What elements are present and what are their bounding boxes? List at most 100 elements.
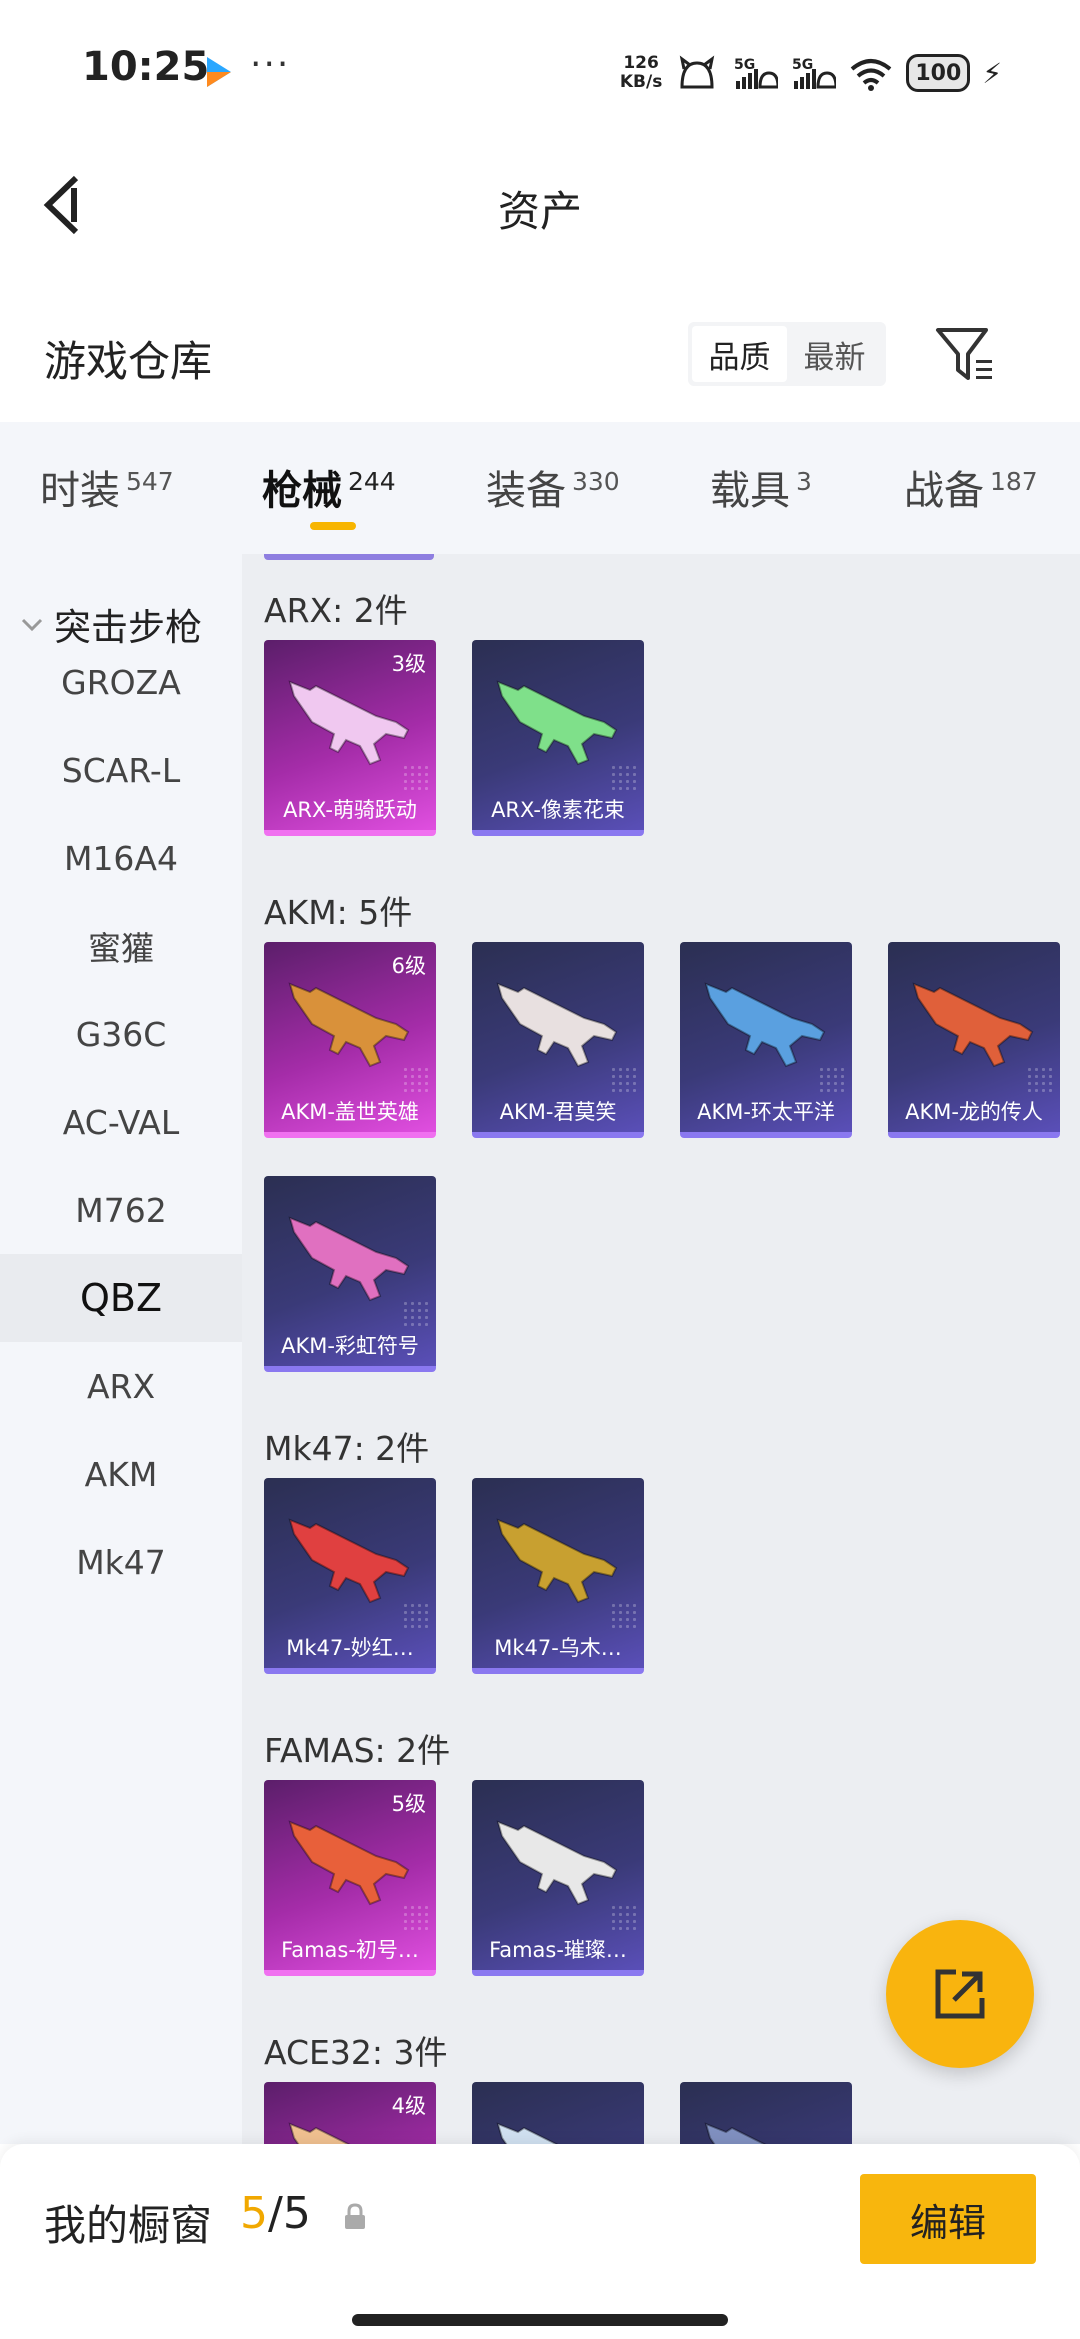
page-title: 资产 — [497, 187, 582, 236]
card-pattern — [402, 1904, 428, 1930]
home-indicator — [352, 2314, 728, 2326]
card-pattern — [402, 1300, 428, 1326]
sidebar-item[interactable]: GROZA — [0, 638, 242, 726]
sidebar-item[interactable]: QBZ — [0, 1254, 242, 1342]
weapon-level-badge: 5级 — [391, 1792, 426, 1816]
weapon-image — [288, 1518, 410, 1604]
weapon-image — [912, 982, 1034, 1068]
weapon-image — [496, 680, 618, 766]
card-pattern — [402, 1602, 428, 1628]
weapon-name: AKM-环太平洋 — [697, 1100, 835, 1124]
chevron-down-icon — [21, 618, 43, 632]
sidebar-item[interactable]: SCAR-L — [0, 726, 242, 814]
active-tab-indicator — [310, 522, 356, 530]
sidebar-item[interactable]: M16A4 — [0, 814, 242, 902]
weapon-card[interactable]: AKM-君莫笑 — [472, 942, 644, 1138]
weapon-card[interactable] — [680, 2082, 852, 2144]
showcase-bar: 我的橱窗 5/5 编辑 — [0, 2144, 1080, 2339]
weapon-card[interactable]: 6级 AKM-盖世英雄 — [264, 942, 436, 1138]
sidebar-item[interactable]: G36C — [0, 990, 242, 1078]
weapon-card[interactable]: Mk47-妙红… — [264, 1478, 436, 1674]
weapon-image — [496, 1820, 618, 1906]
showcase-title: 我的橱窗 — [44, 2201, 213, 2250]
weapon-group-label: ARX: 2件 — [264, 591, 408, 630]
tab-gear[interactable]: 战备 187 — [904, 458, 1038, 516]
weapon-group-label: Mk47: 2件 — [264, 1429, 430, 1468]
card-pattern — [610, 1602, 636, 1628]
sidebar-item[interactable]: Mk47 — [0, 1518, 242, 1606]
warehouse-title: 游戏仓库 — [44, 337, 213, 386]
share-button[interactable] — [886, 1920, 1034, 2068]
weapon-name: AKM-盖世英雄 — [281, 1100, 419, 1124]
weapon-name: Famas-初号… — [281, 1938, 419, 1962]
tab-fashion[interactable]: 时装 547 — [40, 458, 174, 516]
wifi-icon — [851, 59, 892, 91]
category-tabs: 时装 547 枪械 244 装备 330 载具 3 战备 187 — [0, 422, 1080, 554]
card-pattern — [610, 1066, 636, 1092]
svg-text:5G: 5G — [734, 57, 755, 73]
card-pattern — [610, 1904, 636, 1930]
tab-weapons[interactable]: 枪械 244 — [262, 458, 396, 516]
tab-vehicles[interactable]: 载具 3 — [710, 458, 812, 516]
card-pattern — [402, 764, 428, 790]
weapon-name: AKM-彩虹符号 — [281, 1334, 419, 1358]
sidebar-item[interactable]: M762 — [0, 1166, 242, 1254]
weapon-name: AKM-君莫笑 — [499, 1100, 617, 1124]
app-notification-icon — [207, 57, 231, 87]
svg-text:5G: 5G — [792, 57, 813, 73]
weapon-image — [496, 1518, 618, 1604]
weapon-name: ARX-像素花束 — [491, 798, 625, 822]
sidebar-item[interactable]: 蜜獾 — [0, 902, 242, 990]
weapon-card[interactable] — [472, 2082, 644, 2144]
sort-quality-button[interactable]: 品质 — [692, 326, 787, 382]
weapon-level-badge: 4级 — [391, 2094, 426, 2118]
card-pattern — [402, 1066, 428, 1092]
weapon-card[interactable]: 5级 Famas-初号… — [264, 1780, 436, 1976]
weapon-image — [496, 2122, 559, 2144]
sort-toggle: 品质 最新 — [688, 322, 886, 386]
weapon-card[interactable]: Famas-璀璨… — [472, 1780, 644, 1976]
sidebar-item[interactable]: AC-VAL — [0, 1078, 242, 1166]
weapon-card[interactable]: 3级 ARX-萌骑跃动 — [264, 640, 436, 836]
weapon-level-badge: 3级 — [391, 652, 426, 676]
showcase-count: 5/5 — [240, 2188, 311, 2239]
weapon-card[interactable]: Mk47-乌木… — [472, 1478, 644, 1674]
weapon-image — [704, 982, 826, 1068]
signal-5g-icon: 5G — [734, 57, 779, 89]
weapon-level-badge: 6级 — [391, 954, 426, 978]
more-notifications-icon: ··· — [250, 44, 291, 85]
sidebar-item[interactable]: ARX — [0, 1342, 242, 1430]
weapon-group-label: FAMAS: 2件 — [264, 1731, 451, 1770]
weapon-image — [704, 2122, 767, 2144]
weapon-name: ARX-萌骑跃动 — [283, 798, 417, 822]
weapon-card[interactable]: AKM-彩虹符号 — [264, 1176, 436, 1372]
card-pattern — [1026, 1066, 1052, 1092]
weapon-card[interactable]: 4级 — [264, 2082, 436, 2144]
sort-latest-button[interactable]: 最新 — [787, 326, 882, 382]
weapon-name: Famas-璀璨… — [489, 1938, 627, 1962]
charging-icon: ⚡ — [982, 56, 1002, 90]
weapon-group-label: ACE32: 3件 — [264, 2033, 448, 2072]
card-pattern — [818, 1066, 844, 1092]
lock-icon — [345, 2203, 365, 2229]
battery-indicator: 100 — [906, 54, 971, 92]
edit-button[interactable]: 编辑 — [860, 2174, 1036, 2264]
weapon-name: Mk47-乌木… — [494, 1636, 622, 1660]
scroll-edge-card — [264, 554, 434, 560]
share-icon — [935, 1969, 985, 2019]
weapon-image — [288, 1216, 410, 1302]
weapon-card[interactable]: ARX-像素花束 — [472, 640, 644, 836]
weapon-group-label: AKM: 5件 — [264, 893, 413, 932]
weapon-image — [496, 982, 618, 1068]
weapon-name: Mk47-妙红… — [286, 1636, 414, 1660]
weapon-sidebar: 突击步枪 GROZA SCAR-L M16A4 蜜獾 G36C AC-VAL M762 QBZ… — [0, 554, 242, 2144]
tab-equipment[interactable]: 装备 330 — [486, 458, 620, 516]
weapon-name: AKM-龙的传人 — [905, 1100, 1043, 1124]
warehouse-header: 游戏仓库 品质 最新 — [0, 300, 1080, 410]
filter-icon[interactable] — [934, 324, 996, 386]
weapon-card[interactable]: AKM-环太平洋 — [680, 942, 852, 1138]
status-time: 10:25 — [82, 44, 210, 90]
weapon-card[interactable]: AKM-龙的传人 — [888, 942, 1060, 1138]
notification-cat-icon — [680, 55, 715, 89]
sidebar-item[interactable]: AKM — [0, 1430, 242, 1518]
